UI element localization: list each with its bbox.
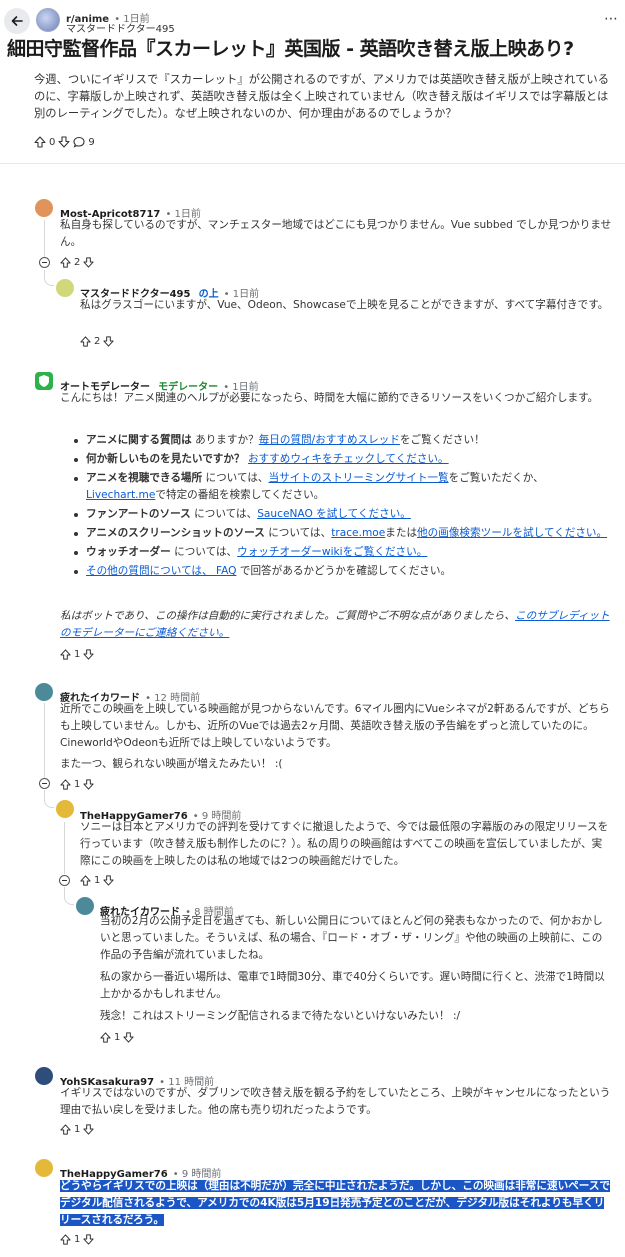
comment-vote-count: 1: [94, 875, 101, 886]
list-link[interactable]: Livechart.me: [86, 489, 155, 501]
comment-text-selected: どうやらイギリスでの上映は（理由は不明だが）完全に中止されたようだ。しかし、この…: [60, 1178, 612, 1229]
upvote-icon[interactable]: [80, 336, 91, 347]
list-link[interactable]: ウォッチオーダーwikiをご覧ください。: [237, 546, 427, 558]
downvote-icon[interactable]: [83, 779, 94, 790]
avatar[interactable]: [35, 1067, 53, 1085]
downvote-icon[interactable]: [103, 336, 114, 347]
thread-connector: [44, 790, 54, 808]
downvote-icon[interactable]: [123, 1032, 134, 1043]
post-title: 細田守監督作品『スカーレット』英国版 - 英語吹き替え版上映あり?: [7, 38, 574, 60]
upvote-icon[interactable]: [60, 649, 71, 660]
comment-actions: 1: [60, 1124, 94, 1135]
list-item: その他の質問については、 FAQ で回答があるかどうかを確認してください。: [60, 563, 612, 580]
comment-vote-count: 1: [114, 1032, 121, 1043]
back-button[interactable]: [4, 8, 30, 34]
comment-vote-count: 1: [74, 1124, 81, 1135]
avatar[interactable]: [76, 897, 94, 915]
downvote-icon[interactable]: [83, 1124, 94, 1135]
post-actions: 0 9: [34, 136, 95, 148]
list-link[interactable]: 他の画像検索ツールを試してください。: [417, 527, 607, 539]
upvote-icon[interactable]: [60, 1234, 71, 1245]
comment-vote-count: 1: [74, 1234, 81, 1245]
upvote-icon[interactable]: [60, 257, 71, 268]
list-item: ファンアートのソース については、SauceNAO を試してください。: [60, 506, 612, 523]
post-vote-count: 0: [49, 136, 56, 148]
resource-list: アニメに関する質問は ありますか？毎日の質問/おすすめスレッドをご覧ください！ …: [60, 432, 612, 582]
thread-line[interactable]: [44, 703, 45, 778]
downvote-icon[interactable]: [83, 1234, 94, 1245]
avatar[interactable]: [35, 1159, 53, 1177]
comment-icon[interactable]: [73, 136, 85, 148]
downvote-icon[interactable]: [83, 257, 94, 268]
divider: [0, 163, 625, 164]
list-link[interactable]: trace.moe: [331, 527, 385, 539]
comment-actions: 1: [60, 779, 94, 790]
comment-actions: 1: [60, 1234, 94, 1245]
list-item: 何か新しいものを見たいですか？ おすすめウィキをチェックしてください。: [60, 451, 612, 468]
downvote-icon[interactable]: [58, 136, 70, 148]
comment-text: ソニーは日本とアメリカでの評判を受けてすぐに撤退したようで、今では最低限の字幕版…: [80, 821, 609, 867]
list-item: アニメのスクリーンショットのソース については、trace.moeまたは他の画像…: [60, 525, 612, 542]
comment-text: また一つ、観られない映画が増えたみたい！ :(: [60, 758, 283, 770]
bot-footer: 私はボットであり、この操作は自動的に実行されました。ご質問やご不明な点がありまし…: [60, 610, 610, 639]
comment-actions: 2: [80, 336, 114, 347]
comment-vote-count: 1: [74, 649, 81, 660]
comment-text: 当初の2月の公開予定日を過ぎても、新しい公開日についてほとんど何の発表もなかった…: [100, 915, 603, 961]
more-options-button[interactable]: ⋯: [602, 12, 620, 26]
comment-text: 私はグラスゴーにいますが、Vue、Odeon、Showcaseで上映を見ることが…: [80, 299, 609, 311]
comment-vote-count: 1: [74, 779, 81, 790]
upvote-icon[interactable]: [34, 136, 46, 148]
avatar[interactable]: [35, 683, 53, 701]
comment-text: こんにちは！アニメ関連のヘルプが必要になったら、時間を大幅に節約できるリソースを…: [60, 392, 599, 404]
thread-connector: [64, 887, 74, 905]
downvote-icon[interactable]: [103, 875, 114, 886]
list-item: アニメを視聴できる場所 については、当サイトのストリーミングサイト一覧をご覧いた…: [60, 470, 612, 504]
thread-connector: [44, 270, 54, 286]
avatar[interactable]: [56, 279, 74, 297]
subreddit-avatar[interactable]: [36, 8, 60, 32]
post-body: 今週、ついにイギリスで『スカーレット』が公開されるのですが、アメリカでは英語吹き…: [34, 73, 610, 120]
poster-name[interactable]: マスタードドクター495: [66, 20, 175, 35]
thread-line[interactable]: [64, 822, 65, 874]
upvote-icon[interactable]: [60, 779, 71, 790]
list-link[interactable]: その他の質問については、 FAQ: [86, 565, 236, 577]
arrow-left-icon: [11, 16, 23, 26]
list-item: アニメに関する質問は ありますか？毎日の質問/おすすめスレッドをご覧ください！: [60, 432, 612, 449]
shield-icon: [39, 375, 49, 387]
comment-text: イギリスではないのですが、ダブリンで吹き替え版を観る予約をしていたところ、上映が…: [60, 1087, 611, 1116]
upvote-icon[interactable]: [100, 1032, 111, 1043]
comment-vote-count: 2: [74, 257, 81, 268]
avatar[interactable]: [35, 199, 53, 217]
list-link[interactable]: おすすめウィキをチェックしてください。: [248, 453, 449, 465]
comment-vote-count: 2: [94, 336, 101, 347]
comment-actions: 2: [60, 257, 94, 268]
comment-text: 残念！これはストリーミング配信されるまで待たないといけないみたい！ :/: [100, 1010, 461, 1022]
downvote-icon[interactable]: [83, 649, 94, 660]
selected-text: どうやらイギリスでの上映は（理由は不明だが）完全に中止されたようだ。しかし、この…: [60, 1180, 611, 1226]
upvote-icon[interactable]: [80, 875, 91, 886]
list-item: ウォッチオーダー については、ウォッチオーダーwikiをご覧ください。: [60, 544, 612, 561]
comment-text: 私自身も探しているのですが、マンチェスター地域ではどこにも見つかりません。Vue…: [60, 219, 612, 248]
thread-line[interactable]: [44, 220, 45, 258]
avatar[interactable]: [35, 372, 53, 390]
collapse-icon[interactable]: [39, 257, 50, 268]
avatar[interactable]: [56, 800, 74, 818]
ellipsis-icon: ⋯: [604, 11, 618, 27]
comment-actions: 1: [60, 649, 94, 660]
comment-actions: 1: [80, 875, 114, 886]
upvote-icon[interactable]: [60, 1124, 71, 1135]
collapse-icon[interactable]: [39, 778, 50, 789]
comment-text: 私の家から一番近い場所は、電車で1時間30分、車で40分くらいです。遅い時間に行…: [100, 971, 605, 1000]
comment-actions: 1: [100, 1032, 134, 1043]
list-link[interactable]: 毎日の質問/おすすめスレッド: [259, 434, 400, 446]
collapse-icon[interactable]: [59, 875, 70, 886]
comment-count: 9: [88, 136, 95, 148]
list-link[interactable]: SauceNAO を試してください。: [257, 508, 411, 520]
comment-text: 近所でこの映画を上映している映画館が見つからないんです。6マイル圏内にVueシネ…: [60, 703, 610, 749]
list-link[interactable]: 当サイトのストリーミングサイト一覧: [269, 472, 449, 484]
